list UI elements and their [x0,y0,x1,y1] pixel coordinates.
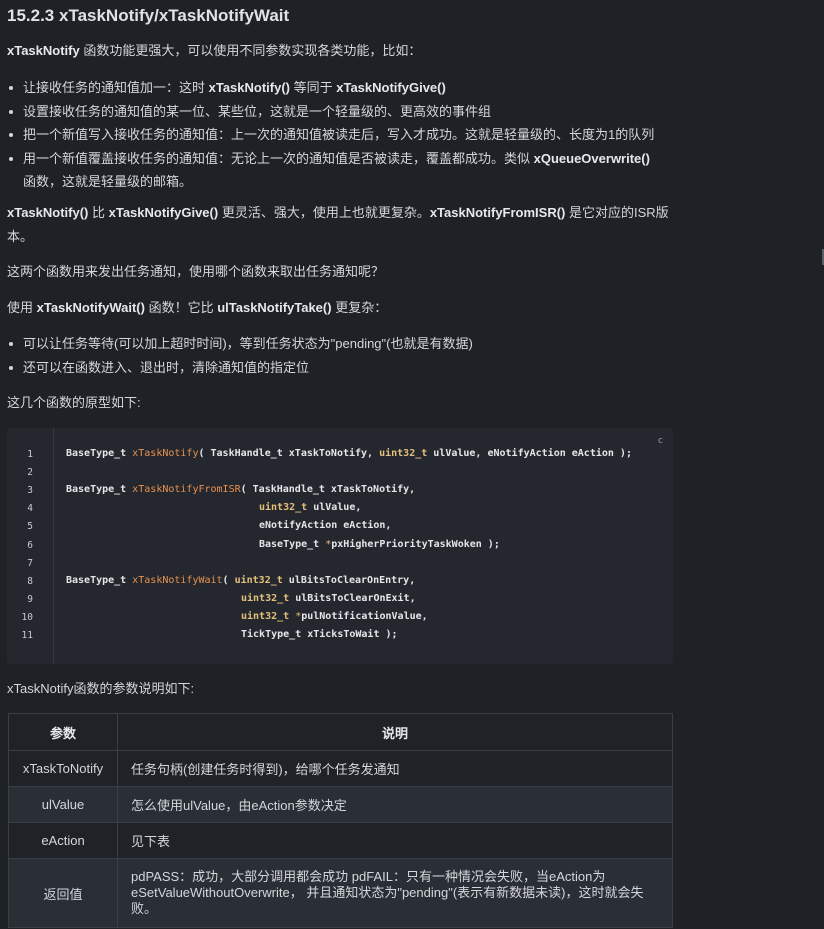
param-name-cell: ulValue [8,786,118,823]
comparison-paragraph: xTaskNotify() 比 xTaskNotifyGive() 更灵活、强大… [7,205,669,244]
line-number: 8 [27,576,33,587]
code-line: TickType_t xTicksToWait ); [241,629,398,640]
column-header-param: 参数 [8,713,118,751]
param-desc-cell: 怎么使用ulValue，由eAction参数决定 [117,786,673,823]
code-line: BaseType_t *pxHigherPriorityTaskWoken ); [259,539,500,550]
table-row: 返回值 pdPASS：成功，大部分调用都会成功 pdFAIL：只有一种情况会失败… [8,858,673,928]
param-name-cell: 返回值 [8,858,118,928]
line-number: 10 [21,612,33,623]
line-number: 6 [27,540,33,551]
table-header-row: 参数 说明 [8,713,673,751]
table-row: xTaskToNotify 任务句柄(创建任务时得到)，给哪个任务发通知 [8,750,673,787]
line-number: 11 [21,630,33,641]
code-line: BaseType_t xTaskNotify( TaskHandle_t xTa… [66,448,632,459]
wait-feature-list: 可以让任务等待(可以加上超时时间)，等到任务状态为"pending"(也就是有数… [7,332,673,379]
list-item: 让接收任务的通知值加一：这时 xTaskNotify() 等同于 xTaskNo… [7,76,673,100]
line-number: 9 [27,594,33,605]
inline-code-xtasknotify: xTaskNotify [7,43,80,58]
line-number: 2 [27,467,33,478]
code-line: uint32_t ulValue, [259,502,362,513]
feature-list: 让接收任务的通知值加一：这时 xTaskNotify() 等同于 xTaskNo… [7,76,673,194]
code-line: BaseType_t xTaskNotifyFromISR( TaskHandl… [66,484,416,495]
intro-paragraph: xTaskNotify 函数功能更强大，可以使用不同参数实现各类功能，比如： [7,43,422,58]
code-line: eNotifyAction eAction, [259,520,392,531]
param-desc-cell: pdPASS：成功，大部分调用都会成功 pdFAIL：只有一种情况会失败，当eA… [117,858,673,928]
code-language-label: c [657,436,663,446]
prototype-intro: 这几个函数的原型如下: [7,395,141,410]
list-item: 可以让任务等待(可以加上超时时间)，等到任务状态为"pending"(也就是有数… [7,332,673,356]
line-number: 4 [27,503,33,514]
line-number: 5 [27,521,33,532]
list-item: 用一个新值覆盖接收任务的通知值：无论上一次的通知值是否被读走，覆盖都成功。类似 … [7,147,673,194]
param-desc-cell: 任务句柄(创建任务时得到)，给哪个任务发通知 [117,750,673,787]
line-number: 3 [27,485,33,496]
list-item: 还可以在函数进入、退出时，清除通知值的指定位 [7,356,673,380]
table-row: eAction 见下表 [8,822,673,859]
table-intro: xTaskNotify函数的参数说明如下: [7,681,195,696]
line-number: 1 [27,449,33,460]
code-line: uint32_t *pulNotificationValue, [241,611,428,622]
list-item: 设置接收任务的通知值的某一位、某些位，这就是一个轻量级的、更高效的事件组 [7,100,673,124]
question-paragraph: 这两个函数用来发出任务通知，使用哪个函数来取出任务通知呢？ [7,264,385,279]
parameter-table: 参数 说明 xTaskToNotify 任务句柄(创建任务时得到)，给哪个任务发… [8,713,673,928]
table-row: ulValue 怎么使用ulValue，由eAction参数决定 [8,786,673,823]
code-line: uint32_t ulBitsToClearOnExit, [241,593,416,604]
param-desc-cell: 见下表 [117,822,673,859]
column-header-description: 说明 [117,713,673,751]
list-item: 把一个新值写入接收任务的通知值：上一次的通知值被读走后，写入才成功。这就是轻量级… [7,123,673,147]
section-heading: 15.2.3 xTaskNotify/xTaskNotifyWait [7,6,290,25]
code-line: BaseType_t xTaskNotifyWait( uint32_t ulB… [66,575,416,586]
wait-paragraph: 使用 xTaskNotifyWait() 函数！它比 ulTaskNotifyT… [7,300,388,315]
line-number: 7 [27,558,33,569]
line-number-gutter: 1 2 3 4 5 6 7 8 9 10 11 [7,428,54,664]
param-name-cell: eAction [8,822,118,859]
code-block[interactable]: c 1 2 3 4 5 6 7 8 9 10 11 BaseType_t xTa… [7,428,673,664]
param-name-cell: xTaskToNotify [8,750,118,787]
